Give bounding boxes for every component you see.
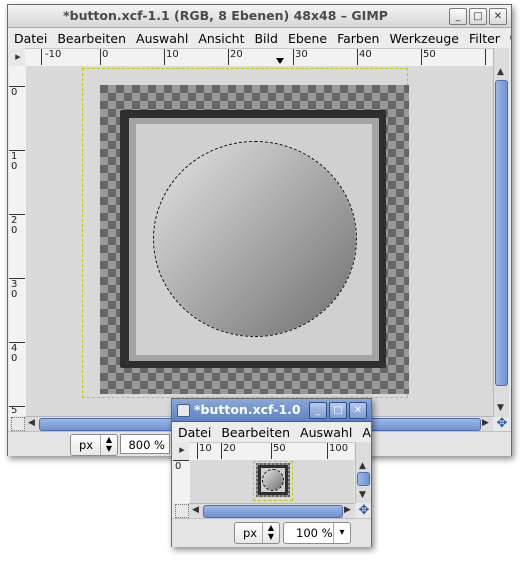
horizontal-scrollbar[interactable]: ◀ ▶ — [189, 503, 355, 519]
horizontal-scroll-thumb[interactable] — [203, 505, 343, 518]
ruler-h-label: 20 — [223, 443, 236, 454]
image-menu-button[interactable]: ▸ — [11, 50, 25, 64]
navigate-icon[interactable]: ✥ — [495, 417, 509, 431]
menu-ebene[interactable]: Ebene — [282, 31, 331, 46]
close-button[interactable]: ✕ — [489, 8, 507, 25]
menu-auswahl[interactable]: Auswahl — [130, 31, 192, 46]
scroll-left-arrow[interactable]: ◀ — [189, 504, 202, 517]
ruler-v-label: 0 — [175, 461, 182, 472]
ruler-h-label: 100 — [329, 443, 349, 454]
ruler-v-label: 0 — [11, 87, 18, 98]
vertical-ruler[interactable]: 0 1 0 2 0 3 0 4 0 5 — [9, 66, 27, 416]
selection-outline — [153, 141, 357, 337]
scroll-up-arrow[interactable]: ▲ — [494, 66, 507, 79]
main-window-title: *button.xcf-1.1 (RGB, 8 Ebenen) 48x48 – … — [63, 8, 388, 23]
selection-outline — [262, 469, 284, 491]
ruler-h-label: 10 — [199, 443, 212, 454]
small-horizontal-ruler[interactable]: 10 20 50 100 — [189, 442, 354, 461]
maximize-button[interactable]: □ — [329, 402, 347, 419]
ruler-pointer-marker — [276, 58, 284, 64]
zoom-value: 100 % — [296, 526, 333, 540]
main-window: *button.xcf-1.1 (RGB, 8 Ebenen) 48x48 – … — [7, 4, 512, 456]
minimize-button[interactable]: _ — [449, 8, 467, 25]
menu-ansicht[interactable]: Ansicht — [192, 31, 248, 46]
scroll-down-arrow[interactable]: ▼ — [494, 402, 507, 415]
menu-werkzeuge[interactable]: Werkzeuge — [383, 31, 463, 46]
scroll-right-arrow[interactable]: ▶ — [341, 504, 354, 517]
canvas-area[interactable] — [26, 66, 493, 416]
small-vertical-ruler[interactable]: 0 — [173, 460, 191, 503]
menu-filter[interactable]: Filter — [463, 31, 504, 46]
ruler-h-label: 40 — [359, 49, 372, 60]
unit-value: px — [243, 526, 258, 540]
ruler-h-label: 50 — [273, 443, 286, 454]
maximize-button[interactable]: □ — [469, 8, 487, 25]
spin-arrows-icon: ▲ ▼ — [262, 523, 279, 543]
ruler-v-label: 5 — [11, 405, 18, 416]
small-window: *button.xcf-1.0 _ □ ✕ Datei Bearbeiten A… — [171, 398, 372, 547]
vertical-scroll-thumb[interactable] — [495, 80, 508, 386]
unit-value: px — [79, 438, 94, 452]
ruler-h-label: -10 — [45, 49, 62, 60]
small-window-title: *button.xcf-1.0 — [194, 402, 301, 417]
scroll-left-arrow[interactable]: ◀ — [25, 417, 38, 430]
scroll-down-arrow[interactable]: ▼ — [356, 489, 369, 502]
ruler-h-label: 0 — [102, 49, 109, 60]
unit-selector[interactable]: px ▲ ▼ — [70, 434, 118, 456]
ruler-v-label: 3 0 — [11, 279, 18, 300]
main-titlebar[interactable]: *button.xcf-1.1 (RGB, 8 Ebenen) 48x48 – … — [8, 5, 511, 28]
zoom-combo[interactable]: 100 % ▾ — [283, 522, 351, 544]
quick-mask-toggle[interactable] — [11, 417, 25, 431]
close-button[interactable]: ✕ — [349, 402, 367, 419]
scroll-right-arrow[interactable]: ▶ — [479, 417, 492, 430]
small-titlebar[interactable]: *button.xcf-1.0 _ □ ✕ — [172, 399, 371, 422]
image-menu-button[interactable]: ▸ — [175, 443, 189, 457]
ruler-v-label: 4 0 — [11, 343, 18, 364]
minimize-button[interactable]: _ — [309, 402, 327, 419]
menu-auswahl[interactable]: Auswahl — [294, 425, 356, 440]
menu-bild[interactable]: Bild — [248, 31, 281, 46]
menu-datei[interactable]: Datei — [172, 425, 215, 440]
menu-ansicht[interactable]: An — [356, 425, 371, 440]
vertical-scroll-thumb[interactable] — [357, 472, 370, 486]
gimp-app-icon — [177, 404, 190, 417]
menu-bearbeiten[interactable]: Bearbeiten — [51, 31, 130, 46]
ruler-v-label: 2 0 — [11, 215, 18, 236]
ruler-h-label: 50 — [423, 49, 436, 60]
chevron-down-icon[interactable]: ▾ — [333, 523, 350, 543]
small-statusbar: px ▲ ▼ 100 % ▾ — [172, 518, 371, 547]
menu-overflow[interactable]: Ꮳ — [504, 30, 511, 46]
small-canvas-area[interactable] — [190, 460, 354, 503]
unit-selector[interactable]: px ▲ ▼ — [234, 522, 280, 544]
main-menubar: Datei Bearbeiten Auswahl Ansicht Bild Eb… — [8, 28, 511, 48]
menu-datei[interactable]: Datei — [8, 31, 51, 46]
menu-bearbeiten[interactable]: Bearbeiten — [215, 425, 294, 440]
small-menubar: Datei Bearbeiten Auswahl An — [172, 422, 371, 442]
ruler-v-label: 1 0 — [11, 151, 18, 172]
menu-farben[interactable]: Farben — [331, 31, 383, 46]
quick-mask-toggle[interactable] — [175, 504, 189, 518]
zoom-field[interactable]: 800 % — [120, 434, 170, 454]
spin-arrows-icon: ▲ ▼ — [100, 435, 117, 455]
ruler-h-label: 20 — [230, 49, 243, 60]
ruler-h-label: 30 — [295, 49, 308, 60]
ruler-h-label: 10 — [166, 49, 179, 60]
horizontal-ruler[interactable]: -10 0 10 20 30 40 50 — [25, 48, 493, 67]
navigate-icon[interactable]: ✥ — [357, 504, 371, 518]
vertical-scrollbar[interactable]: ▲ ▼ — [493, 48, 509, 417]
vertical-scrollbar[interactable]: ▲ ▼ — [355, 442, 371, 503]
